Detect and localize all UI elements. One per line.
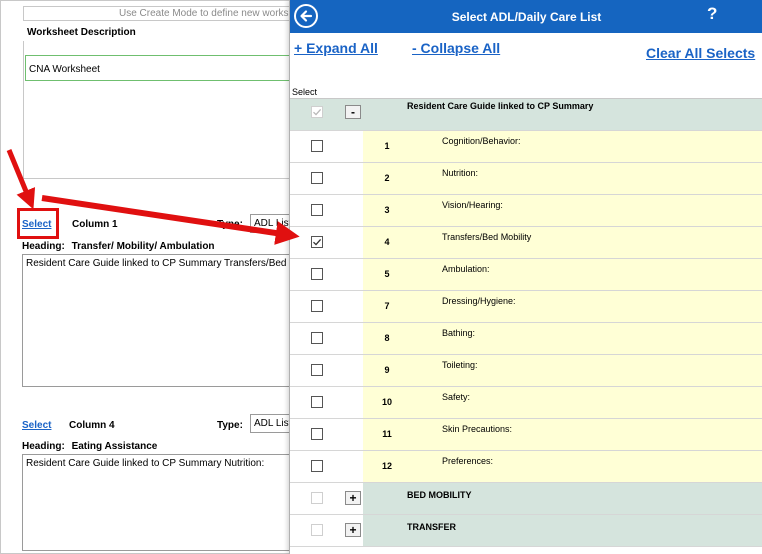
item-number: 11 (382, 429, 392, 439)
item-checkbox[interactable] (311, 300, 323, 312)
group-checkbox[interactable] (311, 492, 323, 504)
expand-all-link[interactable]: + Expand All (294, 40, 378, 56)
item-label: Safety: (442, 392, 471, 402)
item-checkbox[interactable] (311, 428, 323, 440)
item-number: 3 (384, 205, 390, 215)
item-label: Dressing/Hygiene: (442, 296, 516, 306)
collapse-toggle-button[interactable]: - (345, 105, 361, 119)
list-item[interactable]: 8 Bathing: (290, 323, 762, 355)
item-number: 5 (384, 269, 390, 279)
column4-select-link[interactable]: Select (22, 420, 51, 431)
column4-heading: Heading: Eating Assistance (22, 441, 157, 452)
help-button[interactable]: ? (707, 4, 717, 24)
group-label: TRANSFER (407, 522, 456, 532)
list-item[interactable]: 2 Nutrition: (290, 163, 762, 195)
list-item[interactable]: 9 Toileting: (290, 355, 762, 387)
modal-title: Select ADL/Daily Care List (451, 10, 602, 24)
item-label: Preferences: (442, 456, 494, 466)
item-number: 7 (384, 301, 390, 311)
select-highlight-box (17, 208, 59, 239)
group-row: + TRANSFER (290, 515, 762, 547)
item-checkbox[interactable] (311, 364, 323, 376)
column1-heading: Heading: Transfer/ Mobility/ Ambulation (22, 241, 215, 252)
item-label: Skin Precautions: (442, 424, 513, 434)
worksheet-description-label: Worksheet Description (27, 27, 136, 38)
item-checkbox[interactable] (311, 460, 323, 472)
adl-list-grid: - Resident Care Guide linked to CP Summar… (290, 84, 762, 554)
column4-label: Column 4 (69, 420, 115, 431)
column4-heading-label: Heading: (22, 441, 65, 452)
item-label: Vision/Hearing: (442, 200, 503, 210)
column1-text-area[interactable]: Resident Care Guide linked to CP Summary… (22, 254, 293, 387)
item-checkbox[interactable] (311, 396, 323, 408)
clear-all-selects-link[interactable]: Clear All Selects (646, 45, 755, 61)
item-checkbox[interactable] (311, 204, 323, 216)
item-number: 10 (381, 397, 392, 407)
item-number: 1 (384, 141, 390, 151)
group-row: + BED MOBILITY (290, 483, 762, 515)
list-item[interactable]: 12 Preferences: (290, 451, 762, 483)
item-number: 8 (384, 333, 390, 343)
item-number: 4 (384, 237, 390, 247)
list-item[interactable]: 11 Skin Precautions: (290, 419, 762, 451)
list-item[interactable]: 3 Vision/Hearing: (290, 195, 762, 227)
item-checkbox[interactable] (311, 268, 323, 280)
select-column-header: Select (290, 84, 762, 99)
column1-type-select[interactable]: ADL List (250, 214, 293, 233)
list-item[interactable]: 5 Ambulation: (290, 259, 762, 291)
column1-label: Column 1 (72, 219, 118, 230)
group-row-root: - Resident Care Guide linked to CP Summar… (290, 99, 762, 131)
collapse-all-link[interactable]: - Collapse All (412, 40, 500, 56)
column1-type-label: Type: (217, 219, 243, 230)
list-item[interactable]: 4 Transfers/Bed Mobility (290, 227, 762, 259)
item-checkbox[interactable] (311, 332, 323, 344)
item-number: 2 (384, 173, 390, 183)
group-label: Resident Care Guide linked to CP Summary (407, 101, 594, 111)
column1-heading-value: Transfer/ Mobility/ Ambulation (71, 241, 215, 252)
list-item[interactable]: 10 Safety: (290, 387, 762, 419)
checkmark-icon (313, 238, 322, 246)
worksheet-description-input[interactable]: CNA Worksheet (25, 55, 293, 81)
column1-heading-label: Heading: (22, 241, 65, 252)
item-label: Nutrition: (442, 168, 479, 178)
column4-text-area[interactable]: Resident Care Guide linked to CP Summary… (22, 454, 293, 551)
select-adl-modal: Select ADL/Daily Care List ? + Expand Al… (289, 0, 762, 554)
column4-type-select[interactable]: ADL List (250, 414, 293, 433)
checkmark-icon (313, 108, 322, 116)
item-checkbox[interactable] (311, 140, 323, 152)
item-label: Cognition/Behavior: (442, 136, 521, 146)
group-label: BED MOBILITY (407, 490, 472, 500)
root-checkbox[interactable] (311, 106, 323, 118)
list-item[interactable]: 1 Cognition/Behavior: (290, 131, 762, 163)
expand-toggle-button[interactable]: + (345, 491, 361, 505)
group-checkbox[interactable] (311, 524, 323, 536)
list-item[interactable]: 7 Dressing/Hygiene: (290, 291, 762, 323)
item-checkbox[interactable] (311, 236, 323, 248)
item-checkbox[interactable] (311, 172, 323, 184)
column4-heading-value: Eating Assistance (71, 441, 158, 452)
item-label: Bathing: (442, 328, 476, 338)
column4-type-label: Type: (217, 420, 243, 431)
item-number: 12 (381, 461, 392, 471)
item-number: 9 (384, 365, 390, 375)
item-label: Transfers/Bed Mobility (442, 232, 532, 242)
item-label: Toileting: (442, 360, 478, 370)
item-label: Ambulation: (442, 264, 490, 274)
create-mode-hint: Use Create Mode to define new worksheet (23, 6, 293, 21)
modal-titlebar: Select ADL/Daily Care List ? (290, 0, 762, 33)
expand-toggle-button[interactable]: + (345, 523, 361, 537)
